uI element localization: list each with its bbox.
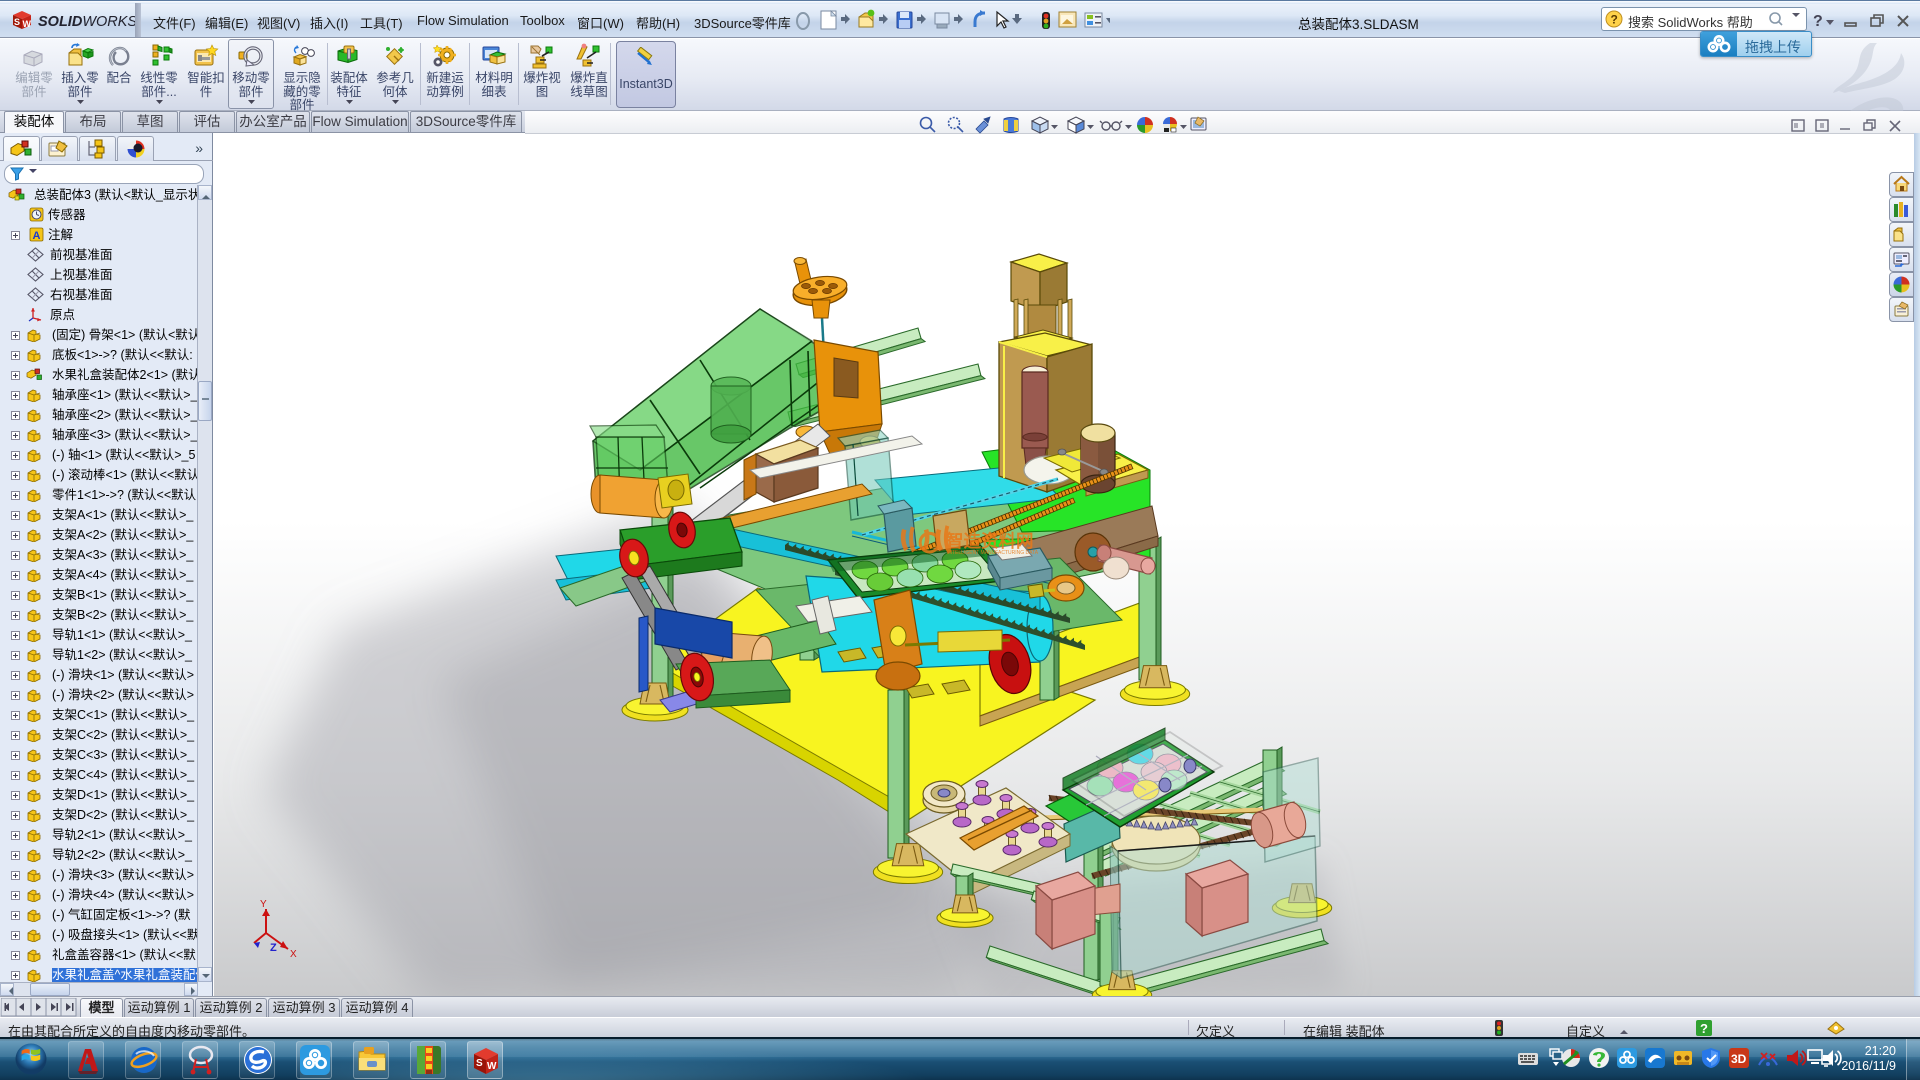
svg-text:3D: 3D — [1731, 1052, 1747, 1066]
svg-text:W: W — [23, 19, 32, 29]
svg-text:A: A — [33, 230, 41, 242]
svg-text:S: S — [14, 17, 20, 27]
svg-text:Y: Y — [260, 899, 267, 910]
svg-text:X: X — [290, 949, 297, 960]
svg-text:INTELLIGENT MANUFACTURING DATA: INTELLIGENT MANUFACTURING DATA — [947, 550, 1039, 556]
svg-text:W: W — [487, 1061, 497, 1072]
svg-text:?: ? — [1813, 13, 1823, 30]
svg-text:智造资料网: 智造资料网 — [946, 531, 1034, 551]
svg-text:Z: Z — [270, 942, 277, 954]
svg-text:?: ? — [1611, 13, 1618, 27]
svg-text:?: ? — [1700, 1021, 1708, 1036]
svg-text:S: S — [476, 1058, 483, 1069]
